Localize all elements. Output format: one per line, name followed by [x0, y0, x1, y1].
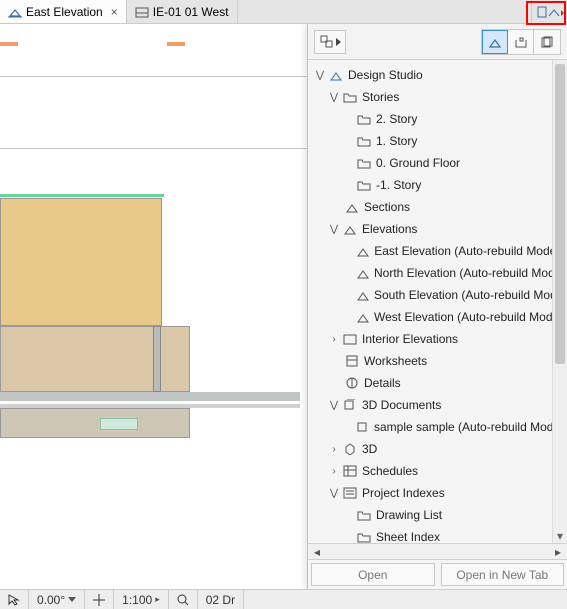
navigator-panel: ⋁ Design Studio ⋁ Stories 2. Story 1. St…: [307, 24, 567, 589]
story-icon: [356, 155, 372, 171]
tree-item-label: Worksheets: [364, 354, 427, 368]
status-zoom-level[interactable]: 02 Dr: [198, 590, 244, 609]
navigator-tree[interactable]: ⋁ Design Studio ⋁ Stories 2. Story 1. St…: [308, 60, 567, 543]
story-icon: [356, 111, 372, 127]
navigator-settings-button[interactable]: [314, 30, 346, 54]
elevation-icon: [356, 265, 370, 281]
scroll-down-arrow[interactable]: ▾: [553, 529, 567, 543]
tree-item-label: 3D Documents: [362, 398, 441, 412]
expand-toggle[interactable]: ›: [328, 466, 340, 477]
tab-bar-spacer: [238, 0, 531, 23]
status-angle[interactable]: 0.00°: [29, 590, 85, 609]
elevation-icon: [356, 287, 370, 303]
tab-label: East Elevation: [26, 5, 103, 19]
status-bar: 0.00° 1:100▸ 02 Dr: [0, 589, 567, 609]
sections-icon: [344, 199, 360, 215]
tree-item-label: Drawing List: [376, 508, 442, 522]
status-pointer-icon[interactable]: [0, 590, 29, 609]
elevation-icon: [356, 243, 370, 259]
expand-toggle[interactable]: ⋁: [328, 400, 340, 411]
tree-item-label: West Elevation (Auto-rebuild Model): [374, 310, 566, 324]
story-icon: [356, 177, 372, 193]
open-button[interactable]: Open: [311, 563, 435, 586]
elevations-folder-icon: [342, 221, 358, 237]
3d-documents-icon: [342, 397, 358, 413]
worksheets-icon: [344, 353, 360, 369]
tree-item-label: 1. Story: [376, 134, 417, 148]
tree-item-label: Schedules: [362, 464, 418, 478]
layout-book-tab[interactable]: [534, 30, 560, 54]
horizontal-scrollbar[interactable]: ◂ ▸: [308, 543, 567, 559]
tree-item-label: sample sample (Auto-rebuild Model): [374, 420, 567, 434]
scroll-thumb[interactable]: [555, 64, 565, 364]
expand-toggle[interactable]: ⋁: [314, 70, 326, 81]
navigator-view-tabs: [481, 29, 561, 55]
tab-close-button[interactable]: ×: [111, 5, 118, 19]
tab-ie01-west[interactable]: IE-01 01 West: [127, 0, 238, 23]
elevation-icon: [356, 309, 370, 325]
3d-doc-item-icon: [356, 419, 370, 435]
tree-item-label: 3D: [362, 442, 377, 456]
tree-item-label: Sections: [364, 200, 410, 214]
tab-label: IE-01 01 West: [153, 5, 229, 19]
tree-item-label: -1. Story: [376, 178, 421, 192]
scroll-left-arrow[interactable]: ◂: [310, 545, 324, 559]
status-zoom-icon[interactable]: [169, 590, 198, 609]
project-icon: [328, 67, 344, 83]
open-new-tab-button[interactable]: Open in New Tab: [441, 563, 565, 586]
tab-bar: East Elevation × IE-01 01 West: [0, 0, 567, 24]
status-scale[interactable]: 1:100▸: [114, 590, 169, 609]
expand-toggle[interactable]: ⋁: [328, 92, 340, 103]
status-ortho-icon[interactable]: [85, 590, 114, 609]
elevation-icon: [8, 6, 22, 18]
index-item-icon: [356, 529, 372, 543]
interior-elevations-icon: [342, 331, 358, 347]
details-icon: [344, 375, 360, 391]
project-indexes-icon: [342, 485, 358, 501]
tree-item-label: Elevations: [362, 222, 417, 236]
tree-item-label: Design Studio: [348, 68, 423, 82]
expand-toggle[interactable]: ⋁: [328, 224, 340, 235]
tab-east-elevation[interactable]: East Elevation ×: [0, 0, 127, 23]
interior-elevation-icon: [135, 6, 149, 18]
tree-item-label: Project Indexes: [362, 486, 445, 500]
expand-toggle[interactable]: ›: [328, 334, 340, 345]
tree-item-label: North Elevation (Auto-rebuild Model): [374, 266, 567, 280]
navigator-toolbar: [308, 24, 567, 60]
expand-toggle[interactable]: ⋁: [328, 488, 340, 499]
navigator-popup-trigger[interactable]: [531, 0, 567, 23]
tree-item-label: East Elevation (Auto-rebuild Model): [374, 244, 563, 258]
story-icon: [356, 133, 372, 149]
schedules-icon: [342, 463, 358, 479]
view-map-tab[interactable]: [508, 30, 534, 54]
tree-item-label: Stories: [362, 90, 399, 104]
navigator-footer: Open Open in New Tab: [308, 559, 567, 589]
index-item-icon: [356, 507, 372, 523]
tree-item-label: 0. Ground Floor: [376, 156, 460, 170]
project-map-tab[interactable]: [482, 30, 508, 54]
tree-item-label: Details: [364, 376, 401, 390]
tree-item-label: Sheet Index: [376, 530, 440, 543]
folder-icon: [342, 89, 358, 105]
vertical-scrollbar[interactable]: ▴ ▾: [552, 60, 567, 543]
tree-item-label: Interior Elevations: [362, 332, 458, 346]
expand-toggle[interactable]: ›: [328, 444, 340, 455]
scroll-right-arrow[interactable]: ▸: [551, 545, 565, 559]
tree-item-label: South Elevation (Auto-rebuild Model): [374, 288, 567, 302]
tree-item-label: 2. Story: [376, 112, 417, 126]
3d-icon: [342, 441, 358, 457]
